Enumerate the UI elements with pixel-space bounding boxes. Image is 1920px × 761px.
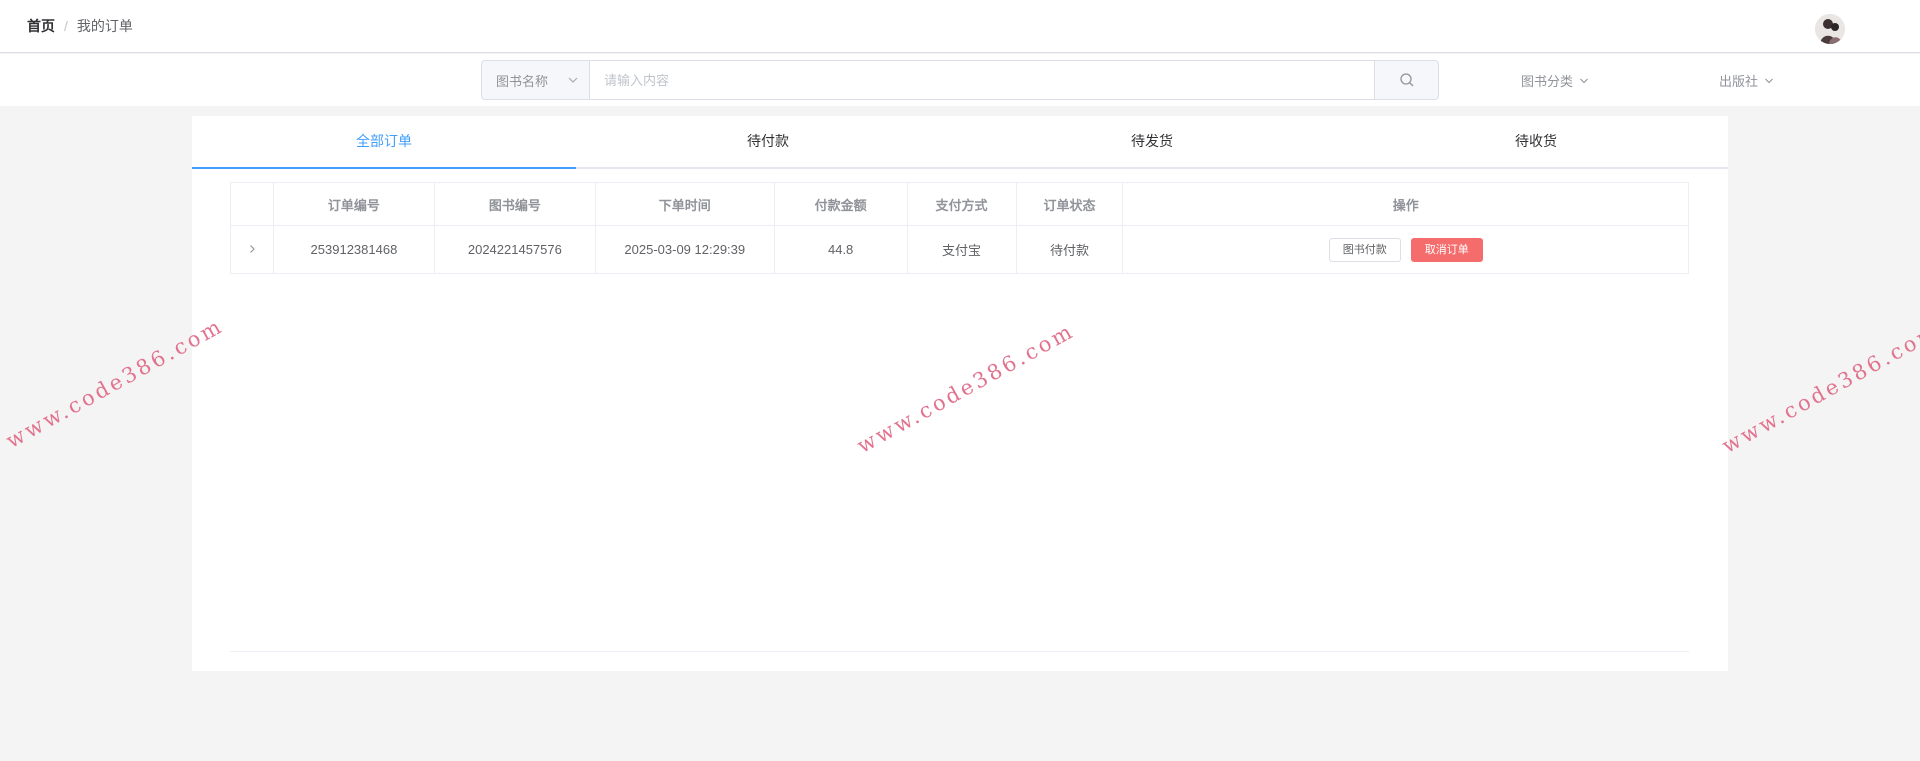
- column-header: 订单状态: [1015, 182, 1124, 226]
- category-dropdown[interactable]: 图书分类: [1521, 71, 1589, 90]
- order-status-cell: 待付款: [1015, 225, 1124, 274]
- column-header: 图书编号: [433, 182, 596, 226]
- breadcrumb-home[interactable]: 首页: [27, 18, 55, 34]
- amount-cell: 44.8: [773, 225, 908, 274]
- tab-pending-payment[interactable]: 待付款: [576, 116, 960, 167]
- search-input[interactable]: [589, 60, 1375, 100]
- order-number-cell: 253912381468: [272, 225, 435, 274]
- search-button[interactable]: [1374, 60, 1439, 100]
- actions-cell: 图书付款 取消订单: [1122, 225, 1689, 274]
- column-header: 支付方式: [906, 182, 1017, 226]
- breadcrumb: 首页 / 我的订单: [27, 16, 133, 36]
- chevron-down-icon: [1580, 78, 1588, 83]
- search-bar: 图书名称 图书分类 出版社: [0, 54, 1920, 106]
- tab-pending-receipt[interactable]: 待收货: [1344, 116, 1728, 167]
- tab-all-orders[interactable]: 全部订单: [192, 116, 576, 169]
- chevron-down-icon: [1765, 78, 1773, 83]
- payment-method-cell: 支付宝: [906, 225, 1017, 274]
- expand-column-header: [230, 182, 274, 226]
- publisher-dropdown-label: 出版社: [1719, 74, 1759, 89]
- chevron-down-icon: [568, 77, 578, 83]
- breadcrumb-separator: /: [64, 18, 68, 34]
- search-field-label: 图书名称: [496, 73, 549, 89]
- column-header: 下单时间: [594, 182, 775, 226]
- top-bar: 首页 / 我的订单: [0, 0, 1920, 53]
- search-icon: [1399, 73, 1413, 87]
- breadcrumb-current: 我的订单: [76, 18, 133, 34]
- chevron-right-icon: [250, 245, 255, 253]
- order-tabs: 全部订单 待付款 待发货 待收货: [192, 116, 1728, 169]
- table-row: 253912381468 2024221457576 2025-03-09 12…: [230, 225, 1689, 274]
- table-header-row: 订单编号 图书编号 下单时间 付款金额 支付方式 订单状态 操作: [230, 182, 1689, 226]
- avatar[interactable]: [1815, 14, 1845, 44]
- column-header: 操作: [1122, 182, 1689, 226]
- cancel-order-button[interactable]: 取消订单: [1410, 237, 1483, 262]
- search-field-select[interactable]: 图书名称: [481, 60, 589, 100]
- watermark-text: www.code386.com: [1718, 318, 1920, 458]
- order-time-cell: 2025-03-09 12:29:39: [594, 225, 775, 274]
- tab-pending-shipment[interactable]: 待发货: [960, 116, 1344, 167]
- orders-card: 全部订单 待付款 待发货 待收货 订单编号 图书编号 下单时间 付款金额 支付方…: [192, 116, 1728, 671]
- category-dropdown-label: 图书分类: [1521, 74, 1574, 89]
- user-avatar-icon: [1815, 14, 1845, 44]
- column-header: 付款金额: [773, 182, 908, 226]
- pay-book-button[interactable]: 图书付款: [1328, 237, 1401, 262]
- column-header: 订单编号: [272, 182, 435, 226]
- publisher-dropdown[interactable]: 出版社: [1719, 71, 1774, 90]
- orders-table: 订单编号 图书编号 下单时间 付款金额 支付方式 订单状态 操作 2539123…: [230, 182, 1689, 274]
- book-number-cell: 2024221457576: [433, 225, 596, 274]
- expand-toggle[interactable]: [230, 225, 274, 274]
- table-bottom-divider: [230, 651, 1689, 652]
